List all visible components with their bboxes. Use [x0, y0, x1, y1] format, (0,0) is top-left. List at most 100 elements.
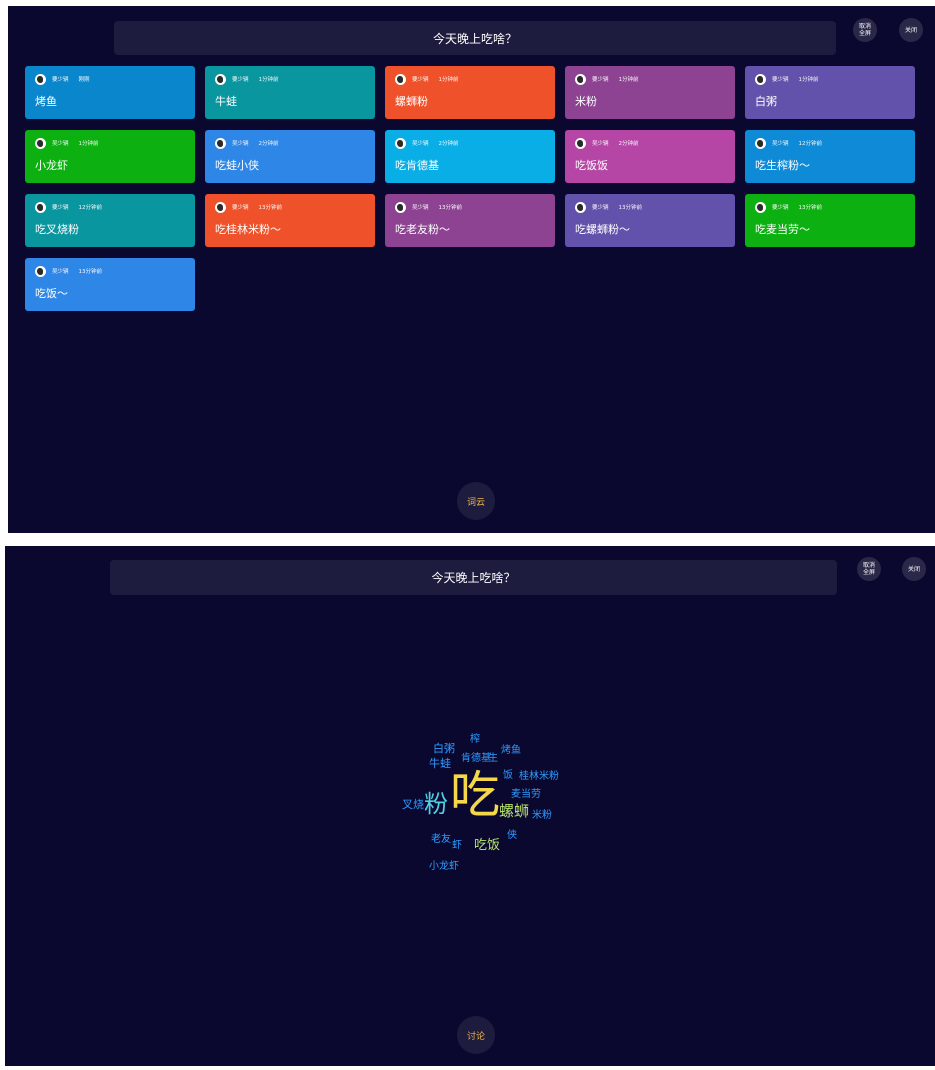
- close-button[interactable]: 关闭: [899, 18, 923, 42]
- post-text: 吃老友粉～: [395, 223, 450, 236]
- post-card[interactable]: 吴少辆 12分钟前 吃生榨粉～: [745, 130, 915, 183]
- word-cloud-term: 小龙虾: [429, 861, 459, 872]
- post-text: 小龙虾: [35, 159, 68, 172]
- post-text: 吃桂林米粉～: [215, 223, 281, 236]
- post-text: 螺蛳粉: [395, 95, 428, 108]
- avatar: [215, 137, 226, 149]
- post-time: 1分钟前: [798, 77, 819, 83]
- word-cloud-term: 榨: [470, 734, 480, 745]
- post-text: 吃肯德基: [395, 159, 439, 172]
- post-meta: 吴少辆 2分钟前: [575, 137, 639, 149]
- word-cloud-toggle-label: 词云: [466, 497, 485, 508]
- post-author: 要少辆: [592, 205, 609, 211]
- close-label: 关闭: [904, 26, 917, 34]
- post-author: 吴少辆: [592, 141, 609, 147]
- post-meta: 要少辆 刚刚: [35, 73, 90, 85]
- post-card[interactable]: 要少辆 12分钟前 吃叉烧粉: [25, 194, 195, 247]
- post-meta: 吴少辆 13分钟前: [395, 201, 462, 213]
- post-text: 米粉: [575, 95, 597, 108]
- post-author: 吴少辆: [52, 269, 69, 275]
- post-time: 2分钟前: [438, 141, 459, 147]
- post-text: 吃麦当劳～: [755, 223, 810, 236]
- post-author: 要少辆: [772, 77, 789, 83]
- avatar: [395, 201, 406, 213]
- post-author: 吴少辆: [52, 141, 69, 147]
- post-text: 白粥: [755, 95, 777, 108]
- word-cloud-term: 肯德基: [461, 753, 491, 764]
- post-time: 1分钟前: [78, 141, 99, 147]
- topic-title: 今天晚上吃啥？: [432, 31, 517, 46]
- word-cloud-toggle-button[interactable]: 词云: [457, 482, 495, 520]
- post-text: 烤鱼: [35, 95, 57, 108]
- post-meta: 要少辆 13分钟前: [755, 201, 822, 213]
- post-card[interactable]: 要少辆 刚刚烤鱼: [25, 66, 195, 119]
- avatar: [35, 265, 46, 277]
- post-meta: 吴少辆 13分钟前: [35, 265, 102, 277]
- word-cloud-term: 虾: [452, 840, 462, 851]
- post-author: 吴少辆: [772, 141, 789, 147]
- post-meta: 吴少辆 1分钟前: [35, 137, 99, 149]
- discussion-toggle-button[interactable]: 讨论: [457, 1016, 495, 1054]
- avatar: [575, 137, 586, 149]
- post-author: 吴少辆: [232, 141, 249, 147]
- post-author: 要少辆: [52, 205, 69, 211]
- post-text: 牛蛙: [215, 95, 237, 108]
- exit-fullscreen-label: 取消全屏: [858, 23, 871, 37]
- post-card[interactable]: 吴少辆 2分钟前 吃饭饭: [565, 130, 735, 183]
- avatar: [755, 137, 766, 149]
- post-meta: 吴少辆 2分钟前: [395, 137, 459, 149]
- post-card[interactable]: 吴少辆 2分钟前吃蛙小侠: [205, 130, 375, 183]
- wall-panel: 今天晚上吃啥？ 取消全屏 关闭 要少辆 刚刚 烤鱼 要少辆 1分钟前 牛蛙 要少辆 1分钟前螺…: [8, 6, 935, 533]
- post-meta: 吴少辆 12分钟前: [755, 137, 822, 149]
- avatar: [215, 201, 226, 213]
- post-card[interactable]: 要少辆 1分钟前牛蛙: [205, 66, 375, 119]
- post-meta: 要少辆 1分钟前: [755, 73, 819, 85]
- post-card[interactable]: 吴少辆 2分钟前 吃肯德基: [385, 130, 555, 183]
- word-cloud-panel: 今天晚上吃啥？ 取消全屏 关闭 吃粉螺蛳 吃饭 叉烧 白粥榨烤鱼 牛蛙 肯德基生饭桂林米粉…: [5, 546, 935, 1066]
- post-meta: 吴少辆 2分钟前: [215, 137, 279, 149]
- word-cloud-term: 麦当劳: [511, 789, 541, 800]
- post-card[interactable]: 要少辆 13分钟前吃麦当劳～: [745, 194, 915, 247]
- post-meta: 要少辆 1分钟前: [575, 73, 639, 85]
- post-card[interactable]: 要少辆 1分钟前 螺蛳粉: [385, 66, 555, 119]
- post-meta: 要少辆 13分钟前: [575, 201, 642, 213]
- post-card[interactable]: 要少辆 1分钟前白粥: [745, 66, 915, 119]
- post-time: 13分钟前: [798, 205, 823, 211]
- post-meta: 要少辆 13分钟前: [215, 201, 282, 213]
- avatar: [35, 201, 46, 213]
- avatar: [755, 73, 766, 85]
- post-author: 要少辆: [232, 77, 249, 83]
- post-meta: 要少辆 1分钟前: [215, 73, 279, 85]
- word-cloud-term: 吃饭: [474, 838, 501, 853]
- post-card[interactable]: 要少辆 13分钟前 吃桂林米粉～: [205, 194, 375, 247]
- post-time: 1分钟前: [258, 77, 279, 83]
- avatar: [395, 137, 406, 149]
- post-author: 要少辆: [592, 77, 609, 83]
- post-card[interactable]: 要少辆 13分钟前 吃螺蛳粉～: [565, 194, 735, 247]
- word-cloud-term: 桂林米粉: [519, 771, 559, 782]
- post-time: 13分钟前: [438, 205, 463, 211]
- post-text: 吃蛙小侠: [215, 159, 259, 172]
- post-card[interactable]: 要少辆 1分钟前米粉: [565, 66, 735, 119]
- post-time: 2分钟前: [618, 141, 639, 147]
- post-time: 刚刚: [78, 77, 90, 83]
- post-time: 2分钟前: [258, 141, 279, 147]
- word-cloud-term: 粉: [424, 790, 448, 818]
- post-author: 要少辆: [772, 205, 789, 211]
- word-cloud: 吃粉 螺蛳 吃饭 叉烧 白粥 榨烤鱼 牛蛙 肯德基生饭桂林米粉 麦当劳 米粉侠 老友虾小龙虾: [5, 546, 935, 1066]
- post-time: 13分钟前: [78, 269, 103, 275]
- post-card[interactable]: 吴少辆 13分钟前 吃饭～: [25, 258, 195, 311]
- post-time: 12分钟前: [78, 205, 103, 211]
- post-time: 1分钟前: [618, 77, 639, 83]
- post-card[interactable]: 吴少辆 13分钟前 吃老友粉～: [385, 194, 555, 247]
- post-time: 13分钟前: [618, 205, 643, 211]
- word-cloud-term: 老友: [431, 834, 451, 845]
- post-time: 1分钟前: [438, 77, 459, 83]
- post-card[interactable]: 吴少辆 1分钟前小龙虾: [25, 130, 195, 183]
- word-cloud-term: 侠: [507, 830, 517, 841]
- word-cloud-term: 吃: [450, 766, 500, 824]
- exit-fullscreen-button[interactable]: 取消全屏: [853, 18, 877, 42]
- avatar: [395, 73, 406, 85]
- word-cloud-term: 生: [488, 753, 498, 764]
- word-cloud-term: 白粥: [433, 742, 455, 755]
